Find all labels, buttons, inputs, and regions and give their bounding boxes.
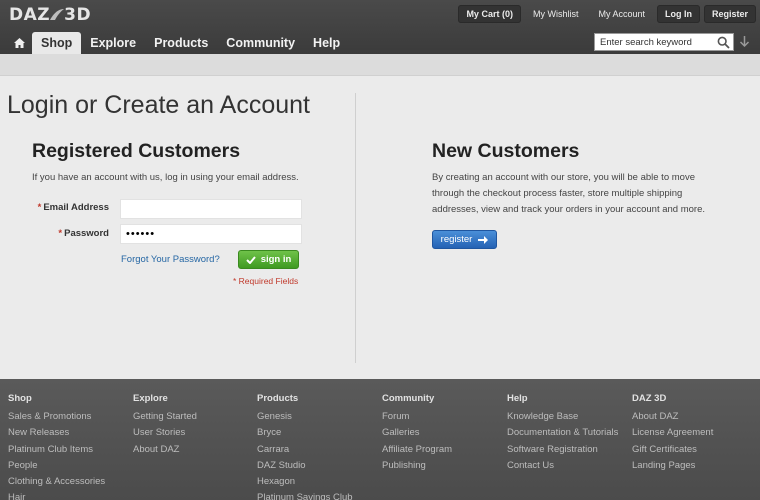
logo-text-daz: DAZ <box>9 5 51 25</box>
new-customers-intro: By creating an account with our store, y… <box>432 172 705 215</box>
nav-explore[interactable]: Explore <box>81 32 145 54</box>
footer-link[interactable]: Platinum Savings Club <box>257 490 353 500</box>
footer-link[interactable]: Publishing <box>382 458 452 474</box>
sign-in-label: sign in <box>260 254 292 265</box>
footer-heading: Explore <box>133 393 168 404</box>
footer-link[interactable]: Genesis <box>257 409 353 425</box>
log-in-link[interactable]: Log In <box>656 5 700 23</box>
footer-link[interactable]: Landing Pages <box>632 458 713 474</box>
footer-link[interactable]: Hair <box>8 490 105 500</box>
footer-link[interactable]: Getting Started <box>133 409 197 425</box>
home-icon <box>13 38 25 48</box>
footer-link[interactable]: Bryce <box>257 425 353 441</box>
footer-link[interactable]: License Agreement <box>632 425 713 441</box>
logo-text-3d: 3D <box>64 5 92 25</box>
register-button[interactable]: register <box>432 230 497 249</box>
sub-nav-bar <box>0 54 760 76</box>
footer-heading: Help <box>507 393 528 404</box>
password-label: * Password <box>58 228 109 239</box>
nav-shop[interactable]: Shop <box>32 32 82 54</box>
footer-heading: Shop <box>8 393 32 404</box>
footer-link[interactable]: Gift Certificates <box>632 442 713 458</box>
page-title: Login or Create an Account <box>7 91 310 119</box>
forgot-password-link[interactable]: Forgot Your Password? <box>121 254 220 265</box>
search-input[interactable] <box>600 35 718 49</box>
password-field[interactable] <box>120 224 302 244</box>
account-links: My Cart (0) My Wishlist My Account Log I… <box>458 5 756 23</box>
email-field[interactable] <box>120 199 302 219</box>
footer-link[interactable]: Affiliate Program <box>382 442 452 458</box>
nav-products[interactable]: Products <box>145 32 217 54</box>
footer-link[interactable]: Contact Us <box>507 458 618 474</box>
footer-link[interactable]: Carrara <box>257 442 353 458</box>
footer-link[interactable]: User Stories <box>133 425 197 441</box>
my-wishlist-link[interactable]: My Wishlist <box>525 5 587 23</box>
daz3d-logo[interactable]: DAZ 3D <box>9 4 91 26</box>
footer-col-community: Community Forum Galleries Affiliate Prog… <box>382 393 452 474</box>
footer-link[interactable]: Documentation & Tutorials <box>507 425 618 441</box>
footer-col-products: Products Genesis Bryce Carrara DAZ Studi… <box>257 393 353 500</box>
footer-link[interactable]: People <box>8 458 105 474</box>
footer-col-shop: Shop Sales & Promotions New Releases Pla… <box>8 393 105 500</box>
login-main: Login or Create an Account Registered Cu… <box>0 77 760 379</box>
required-fields-note: * Required Fields <box>233 276 299 286</box>
footer-link[interactable]: About DAZ <box>133 442 197 458</box>
footer-link[interactable]: Hexagon <box>257 474 353 490</box>
footer-link[interactable]: Sales & Promotions <box>8 409 105 425</box>
my-cart-link[interactable]: My Cart (0) <box>458 5 521 23</box>
footer-link[interactable]: Clothing & Accessories <box>8 474 105 490</box>
my-account-link[interactable]: My Account <box>590 5 653 23</box>
site-header: DAZ 3D My Cart (0) My Wishlist My Accoun… <box>0 0 760 54</box>
footer-col-explore: Explore Getting Started User Stories Abo… <box>133 393 197 458</box>
download-icon[interactable] <box>739 36 750 48</box>
logo-swoosh-icon <box>50 9 65 20</box>
required-star: * <box>58 228 63 239</box>
nav-community[interactable]: Community <box>217 32 304 54</box>
column-divider <box>355 93 356 363</box>
footer-heading: DAZ 3D <box>632 393 667 404</box>
main-nav: Shop Explore Products Community Help <box>6 32 349 54</box>
registered-customers-title: Registered Customers <box>32 140 241 162</box>
footer-link[interactable]: About DAZ <box>632 409 713 425</box>
arrow-right-icon <box>478 235 489 244</box>
email-label-text: Email Address <box>43 202 109 213</box>
sign-in-button[interactable]: sign in <box>238 250 299 269</box>
email-label: * Email Address <box>38 202 109 213</box>
password-label-text: Password <box>64 228 109 239</box>
footer-heading: Community <box>382 393 435 404</box>
home-button[interactable] <box>6 32 32 54</box>
new-customers-title: New Customers <box>432 140 580 162</box>
footer-link[interactable]: Platinum Club Items <box>8 442 105 458</box>
nav-help[interactable]: Help <box>304 32 349 54</box>
registered-intro: If you have an account with us, log in u… <box>32 172 299 183</box>
footer-col-daz3d: DAZ 3D About DAZ License Agreement Gift … <box>632 393 713 474</box>
footer-col-help: Help Knowledge Base Documentation & Tuto… <box>507 393 618 474</box>
required-star: * <box>37 202 42 213</box>
site-footer: Shop Sales & Promotions New Releases Pla… <box>0 379 760 500</box>
footer-link[interactable]: DAZ Studio <box>257 458 353 474</box>
footer-link[interactable]: Software Registration <box>507 442 618 458</box>
search-icon[interactable] <box>717 36 730 49</box>
search-box <box>594 33 734 51</box>
footer-heading: Products <box>257 393 299 404</box>
footer-link[interactable]: Galleries <box>382 425 452 441</box>
footer-link[interactable]: Forum <box>382 409 452 425</box>
footer-link[interactable]: New Releases <box>8 425 105 441</box>
footer-link[interactable]: Knowledge Base <box>507 409 618 425</box>
register-link[interactable]: Register <box>703 5 756 23</box>
register-label: register <box>440 234 473 245</box>
checkmark-icon <box>245 255 256 264</box>
